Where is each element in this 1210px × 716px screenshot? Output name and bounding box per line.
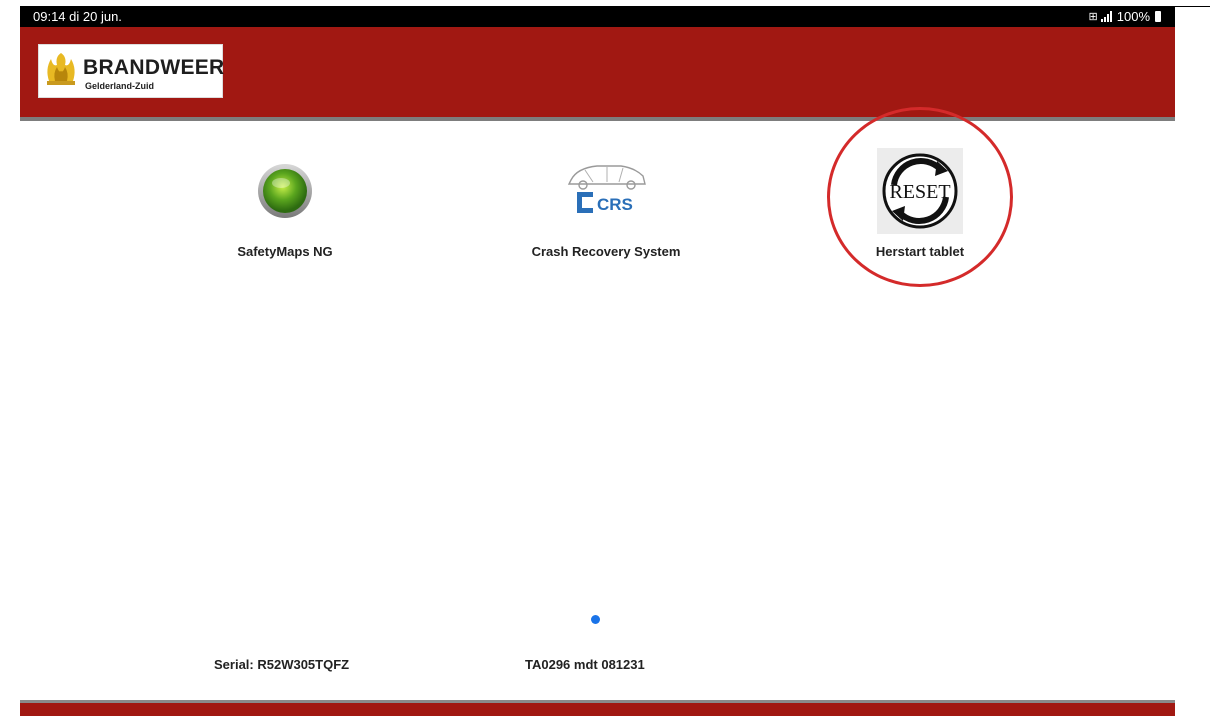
status-bar: 09:14 di 20 jun. ⊞ 100% [20, 6, 1175, 27]
logo-title: BRANDWEER [83, 56, 225, 79]
reset-icon: RESET [882, 153, 958, 229]
app-header: BRANDWEER Gelderland-Zuid [20, 27, 1175, 117]
crs-car-icon: CRS [567, 165, 646, 214]
app-safetymaps[interactable]: SafetyMaps NG [185, 141, 385, 259]
app-label: SafetyMaps NG [237, 244, 333, 259]
page-indicator-dot [591, 615, 600, 624]
app-label: Herstart tablet [875, 244, 965, 259]
status-indicators: ⊞ 100% [1089, 9, 1161, 24]
brandweer-flame-emblem-icon [47, 53, 75, 85]
battery-percentage: 100% [1116, 9, 1150, 24]
tablet-screen: 09:14 di 20 jun. ⊞ 100% BRANDWEER Gelder… [20, 6, 1175, 716]
crs-logo-text: CRS [597, 195, 633, 214]
app-label: Crash Recovery System [531, 244, 681, 259]
header-divider [20, 117, 1175, 121]
serial-number: Serial: R52W305TQFZ [214, 657, 350, 672]
logo-subtitle: Gelderland-Zuid [85, 81, 155, 91]
green-globe-icon [258, 164, 312, 218]
status-time: 09:14 di 20 jun. [33, 9, 122, 24]
frame-border-top [1175, 6, 1210, 7]
brandweer-logo: BRANDWEER Gelderland-Zuid [38, 44, 225, 98]
battery-icon [1155, 11, 1161, 22]
app-herstart-tablet[interactable]: RESET Herstart tablet [820, 141, 1020, 259]
bottom-bar [20, 703, 1175, 716]
reset-icon-text: RESET [889, 181, 950, 203]
device-id: TA0296 mdt 081231 [525, 657, 645, 672]
signal-icon [1100, 11, 1112, 22]
app-crash-recovery-system[interactable]: CRS Crash Recovery System [506, 141, 706, 259]
sim-icon: ⊞ [1088, 11, 1098, 23]
